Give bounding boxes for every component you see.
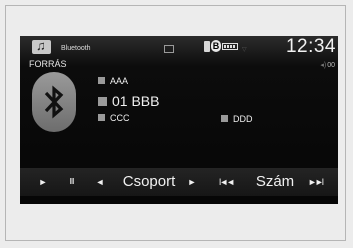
- audio-screen: ♫ Bluetooth B ▽ 12:34 FORRÁS ◂)00 AAA 01…: [20, 36, 338, 204]
- group-label: Csoport: [122, 173, 176, 190]
- genre-name: DDD: [233, 114, 253, 124]
- song-icon: [98, 96, 107, 106]
- track-label: Szám: [255, 173, 295, 190]
- signal-icon: ▽: [242, 47, 247, 53]
- album-row: CCC: [98, 113, 130, 123]
- status-bar: ♫ Bluetooth B ▽ 12:34: [20, 36, 338, 59]
- source-name: Bluetooth: [61, 45, 91, 52]
- clock: 12:34: [285, 36, 336, 57]
- volume-indicator: ◂)00: [320, 61, 335, 69]
- track-previous-button[interactable]: I◄◄: [216, 168, 236, 196]
- bluetooth-logo-icon: [32, 72, 76, 132]
- artist-row: AAA: [98, 76, 128, 86]
- music-note-icon[interactable]: ♫: [32, 38, 51, 54]
- play-button[interactable]: ►: [34, 168, 52, 196]
- pause-button[interactable]: II: [64, 168, 80, 196]
- artist-name: AAA: [110, 76, 129, 86]
- source-button[interactable]: FORRÁS: [29, 59, 67, 69]
- battery-icon: [222, 43, 238, 50]
- album-icon: [98, 114, 105, 122]
- group-previous-button[interactable]: ◄: [92, 168, 108, 196]
- title-row: 01 BBB: [98, 93, 159, 109]
- artist-icon: [98, 77, 105, 85]
- message-icon: [164, 45, 174, 53]
- group-next-button[interactable]: ►: [184, 168, 200, 196]
- control-bar: ► II ◄ Csoport ► I◄◄ Szám ►►I: [20, 168, 338, 196]
- track-next-button[interactable]: ►►I: [304, 168, 326, 196]
- phone-icon: [204, 41, 210, 52]
- bluetooth-icon: B: [211, 40, 221, 52]
- speaker-icon: ◂): [320, 62, 327, 69]
- genre-icon: [221, 115, 228, 123]
- album-name: CCC: [110, 113, 130, 123]
- genre-row: DDD: [221, 114, 253, 124]
- track-title: 01 BBB: [112, 93, 160, 109]
- volume-value: 00: [327, 62, 335, 69]
